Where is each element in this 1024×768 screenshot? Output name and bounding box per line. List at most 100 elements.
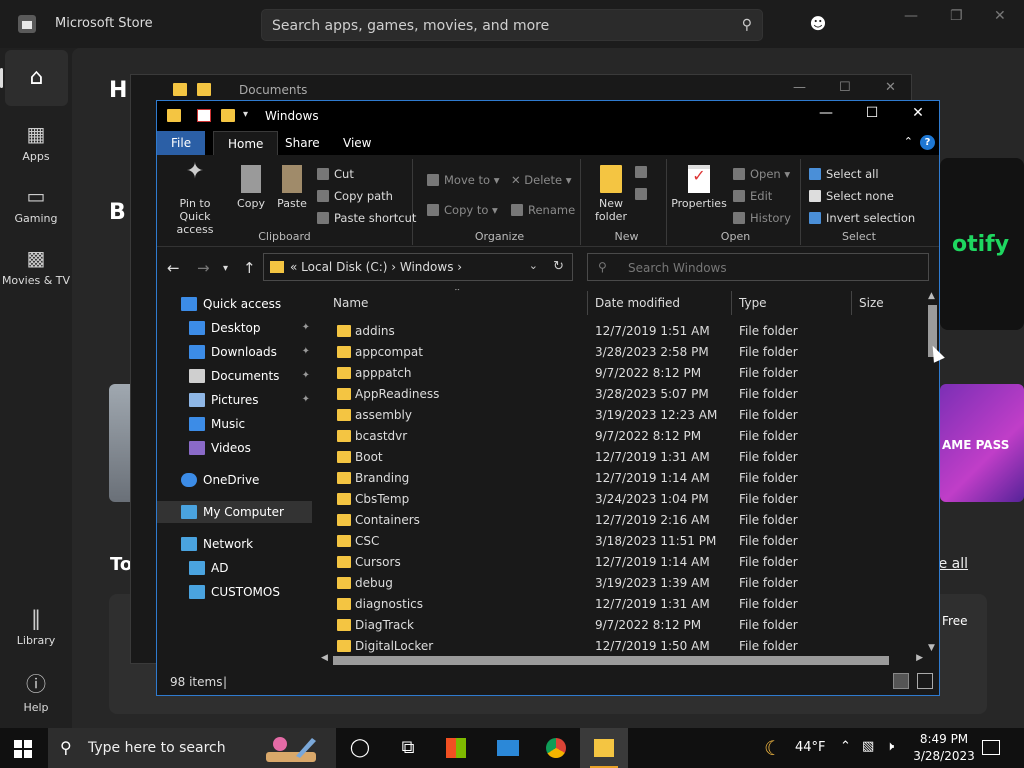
chevron-down-icon[interactable]: ▾ (243, 109, 257, 122)
explorer-window[interactable]: ▾ Windows — ☐ ✕ File Home Share View ⌃ ?… (156, 100, 940, 696)
select-all-button[interactable]: Select all (809, 167, 879, 185)
paste-shortcut-button[interactable]: Paste shortcut (317, 211, 416, 229)
table-row[interactable]: Cursors 12/7/2019 1:14 AM File folder (317, 552, 927, 573)
delete-button[interactable]: ✕ Delete ▾ (511, 173, 572, 191)
scroll-down-icon[interactable]: ▼ (928, 643, 935, 653)
properties-button[interactable]: ✓ Properties (671, 165, 727, 210)
invert-selection-button[interactable]: Invert selection (809, 211, 915, 229)
microsoft-store-taskbar-icon[interactable] (432, 728, 480, 768)
notification-icon[interactable] (982, 740, 1000, 755)
new-item-button[interactable] (635, 165, 652, 183)
table-row[interactable]: appcompat 3/28/2023 2:58 PM File folder (317, 342, 927, 363)
large-icons-view-icon[interactable] (917, 673, 933, 689)
horizontal-scroll-thumb[interactable] (333, 656, 889, 665)
nav-item-onedrive[interactable]: OneDrive (157, 469, 312, 491)
nav-item-videos[interactable]: Videos (157, 437, 312, 459)
address-path[interactable]: « Local Disk (C:) › Windows › (290, 260, 462, 274)
cut-button[interactable]: Cut (317, 167, 354, 185)
nav-help[interactable]: ⓘ Help (0, 668, 72, 714)
explorer-titlebar[interactable]: ▾ Windows — ☐ ✕ (157, 101, 939, 131)
profile-icon[interactable]: ☻ (806, 12, 830, 36)
browser-icon[interactable] (532, 728, 580, 768)
nav-item-desktop[interactable]: Desktop ✦ (157, 317, 312, 339)
tab-view[interactable]: View (329, 131, 385, 155)
table-row[interactable]: AppReadiness 3/28/2023 5:07 PM File folder (317, 384, 927, 405)
table-row[interactable]: CSC 3/18/2023 11:51 PM File folder (317, 531, 927, 552)
clock-date[interactable]: 3/28/2023 (912, 749, 976, 763)
move-to-button[interactable]: Move to ▾ (427, 173, 499, 191)
pin-quick-access-button[interactable]: ✦ Pin to Quick access (163, 161, 227, 237)
close-icon[interactable]: ✕ (994, 8, 1006, 24)
table-row[interactable]: bcastdvr 9/7/2022 8:12 PM File folder (317, 426, 927, 447)
network-status-icon[interactable]: ▧ (862, 739, 874, 754)
store-search-box[interactable]: Search apps, games, movies, and more ⚲ (261, 9, 763, 41)
task-view-icon[interactable]: ⧉ (384, 728, 432, 768)
nav-item-network[interactable]: Network (157, 533, 312, 555)
copy-to-button[interactable]: Copy to ▾ (427, 203, 498, 221)
file-explorer-taskbar-icon[interactable] (580, 728, 628, 768)
scroll-up-icon[interactable]: ▲ (928, 291, 935, 301)
nav-home[interactable]: ⌂ (0, 50, 68, 106)
refresh-icon[interactable]: ↻ (553, 259, 564, 274)
nav-movies[interactable]: ▩ Movies & TV (0, 246, 72, 287)
horizontal-scrollbar[interactable]: ◀ ▶ (319, 653, 925, 667)
select-none-button[interactable]: Select none (809, 189, 894, 207)
table-row[interactable]: Containers 12/7/2019 2:16 AM File folder (317, 510, 927, 531)
gamepass-tile[interactable]: AME PASS (940, 384, 1024, 502)
help-icon[interactable]: ? (920, 135, 935, 150)
start-windows-icon[interactable] (14, 740, 32, 758)
close-icon[interactable]: ✕ (895, 105, 941, 121)
scroll-right-icon[interactable]: ▶ (916, 653, 923, 663)
details-view-icon[interactable] (893, 673, 909, 689)
nav-item-music[interactable]: Music (157, 413, 312, 435)
temperature[interactable]: 44°F (795, 740, 826, 755)
column-size[interactable]: Size (859, 296, 884, 310)
nav-item-customos[interactable]: CUSTOMOS (157, 581, 312, 603)
mail-icon[interactable] (484, 728, 532, 768)
table-row[interactable]: assembly 3/19/2023 12:23 AM File folder (317, 405, 927, 426)
chevron-down-icon[interactable]: ⌄ (529, 259, 538, 272)
table-row[interactable]: DiagTrack 9/7/2022 8:12 PM File folder (317, 615, 927, 636)
nav-item-pictures[interactable]: Pictures ✦ (157, 389, 312, 411)
cortana-icon[interactable]: ◯ (336, 728, 384, 768)
table-row[interactable]: CbsTemp 3/24/2023 1:04 PM File folder (317, 489, 927, 510)
tab-file[interactable]: File (157, 131, 206, 155)
copy-path-button[interactable]: Copy path (317, 189, 393, 207)
new-folder-button[interactable]: New folder (591, 165, 631, 223)
spotify-tile[interactable]: otify (940, 158, 1024, 330)
maximize-icon[interactable]: ☐ (839, 80, 851, 95)
table-row[interactable]: Branding 12/7/2019 1:14 AM File folder (317, 468, 927, 489)
nav-item-downloads[interactable]: Downloads ✦ (157, 341, 312, 363)
free-badge[interactable]: Free (942, 614, 967, 628)
paste-button[interactable]: Paste (275, 165, 309, 210)
column-divider[interactable] (587, 291, 588, 315)
back-arrow-icon[interactable]: ← (167, 259, 180, 277)
recent-locations-icon[interactable]: ▾ (223, 263, 228, 274)
table-row[interactable]: apppatch 9/7/2022 8:12 PM File folder (317, 363, 927, 384)
search-highlight-art-icon[interactable] (262, 732, 322, 764)
rename-button[interactable]: Rename (511, 203, 575, 221)
column-divider[interactable] (731, 291, 732, 315)
copy-button[interactable]: Copy (233, 165, 269, 210)
nav-item-documents[interactable]: Documents ✦ (157, 365, 312, 387)
column-divider[interactable] (851, 291, 852, 315)
minimize-icon[interactable]: — (803, 105, 849, 121)
up-arrow-icon[interactable]: ↑ (243, 259, 256, 277)
column-type[interactable]: Type (739, 296, 767, 310)
history-button[interactable]: History (733, 211, 791, 229)
scroll-left-icon[interactable]: ◀ (321, 653, 328, 663)
column-date[interactable]: Date modified (595, 296, 680, 310)
open-button[interactable]: Open ▾ (733, 167, 790, 185)
close-icon[interactable]: ✕ (885, 80, 896, 95)
chevron-up-icon[interactable]: ⌃ (904, 135, 913, 148)
new-folder-icon[interactable] (221, 109, 235, 122)
tab-home[interactable]: Home (213, 131, 279, 155)
table-row[interactable]: debug 3/19/2023 1:39 AM File folder (317, 573, 927, 594)
edit-button[interactable]: Edit (733, 189, 772, 207)
nav-library[interactable]: ‖ Library (0, 606, 72, 647)
table-row[interactable]: DigitalLocker 12/7/2019 1:50 AM File folde… (317, 636, 927, 653)
clock-time[interactable]: 8:49 PM (912, 732, 976, 746)
chevron-up-icon[interactable]: ⌃ (840, 739, 851, 754)
nav-gaming[interactable]: ▭ Gaming (0, 184, 72, 225)
minimize-icon[interactable]: — (793, 80, 806, 95)
